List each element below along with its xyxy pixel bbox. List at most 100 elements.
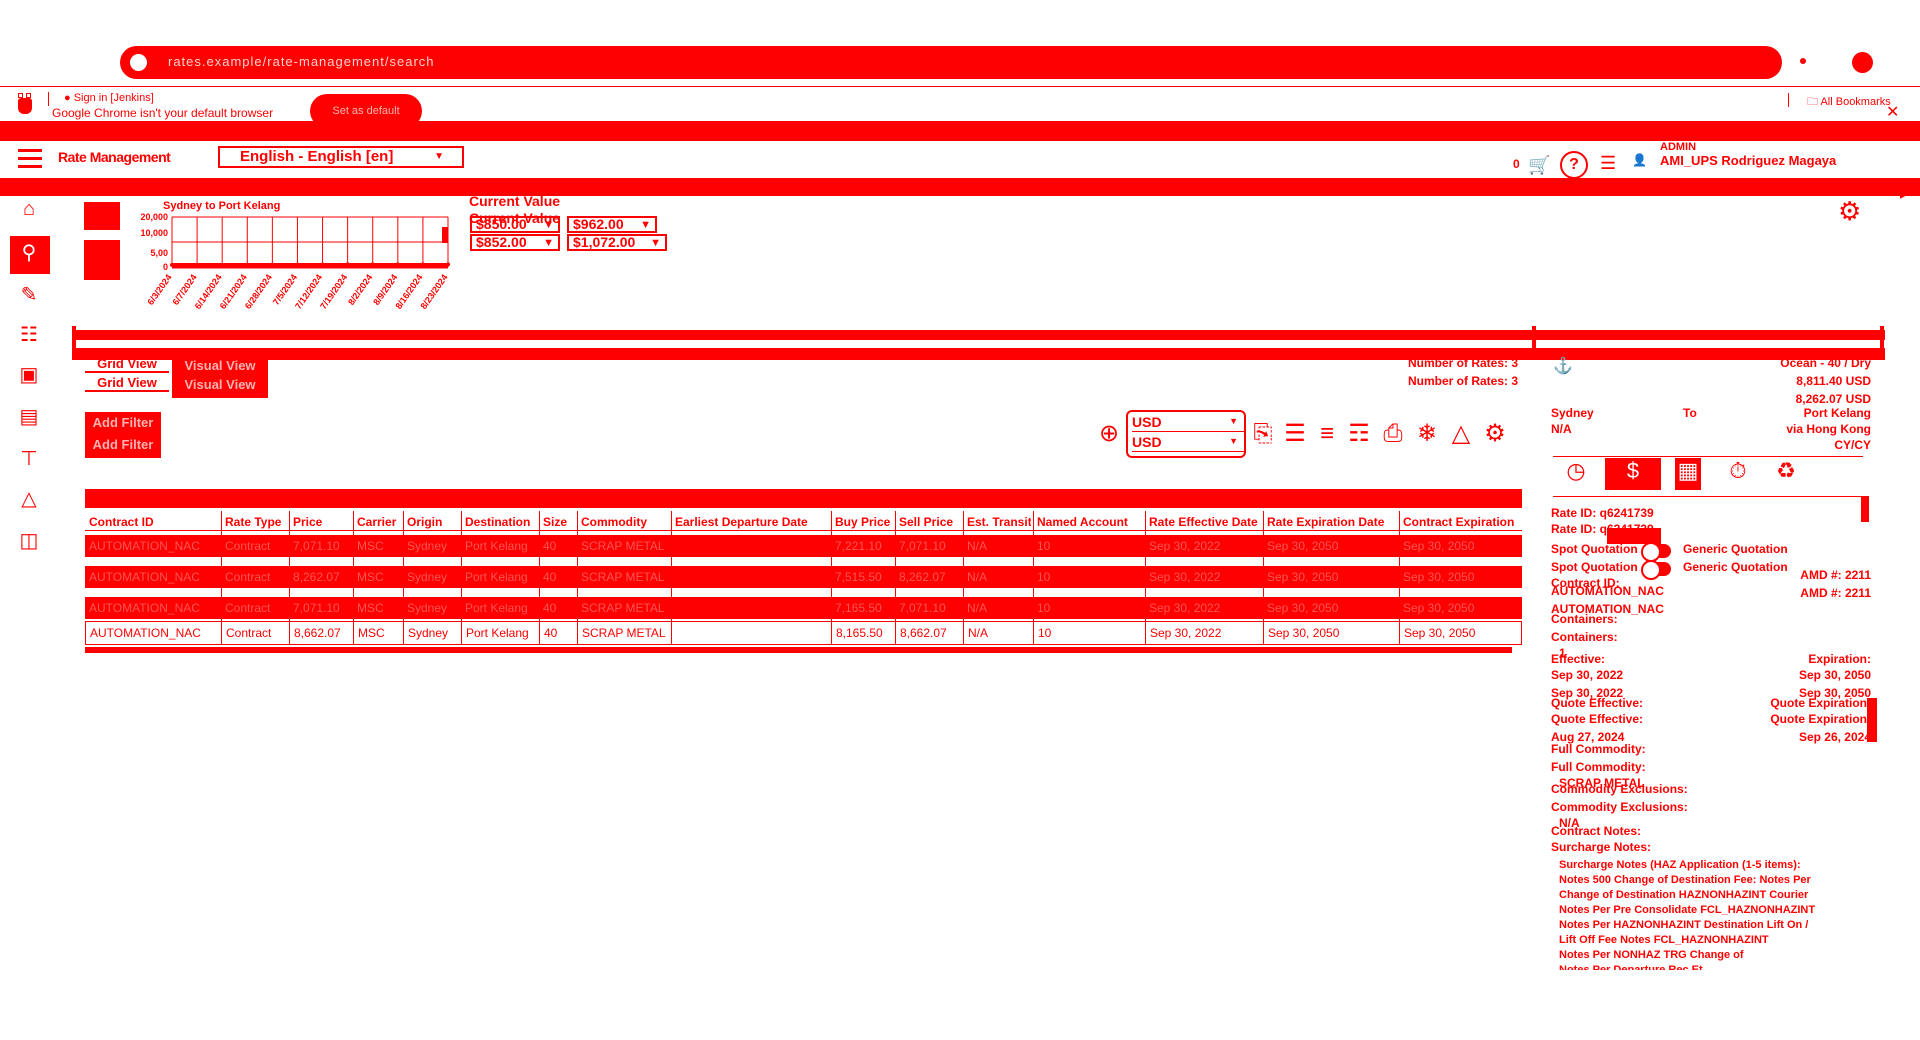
rate-search-icon[interactable]: ⚲	[18, 242, 40, 264]
settings-gear-icon[interactable]: ⚙	[1838, 196, 1861, 227]
table-cell: 8,662.07	[294, 626, 341, 640]
settings-icon[interactable]: ⚙	[1480, 414, 1510, 454]
recycle-icon[interactable]: ♻	[1773, 458, 1799, 490]
table-cell: Sep 30, 2050	[1403, 539, 1475, 553]
column-divider	[1145, 511, 1146, 645]
site-info-icon[interactable]	[130, 54, 147, 71]
network-icon[interactable]: △	[18, 488, 40, 510]
current-value-3[interactable]: $852.00 ▼	[470, 234, 560, 251]
effective-value: Sep 30, 2022	[1551, 668, 1624, 682]
profile-avatar-icon[interactable]	[1852, 52, 1873, 73]
export-icon[interactable]: ⎘	[1248, 414, 1278, 454]
current-value-4[interactable]: $1,072.00 ▼	[567, 234, 667, 251]
panel-price-a: 8,811.40 USD	[1796, 374, 1871, 388]
currency-convert-icon[interactable]: ⊕	[1094, 414, 1124, 454]
column-header[interactable]: Price	[293, 515, 351, 529]
app-header: Rate Management English - English [en] ▼…	[0, 141, 1920, 179]
chevron-right-icon[interactable]: ▶	[1900, 184, 1911, 201]
file-icon[interactable]: ☶	[1344, 414, 1374, 454]
spot-quotation-label-2: Spot Quotation	[1551, 560, 1638, 574]
chevron-down-icon: ▼	[434, 151, 444, 162]
table-row[interactable]: AUTOMATION_NAC Contract 8,262.07 MSC Sydney P…	[85, 566, 1522, 588]
add-filter-button[interactable]: Add Filter Add Filter	[85, 412, 161, 458]
number-of-rates-shadow: Number of Rates: 3	[1408, 374, 1519, 388]
chart-toggle-icon[interactable]	[84, 202, 120, 230]
cart-icon[interactable]: 🛒	[1528, 155, 1550, 176]
column-header[interactable]: Named Account	[1037, 515, 1143, 529]
quote-icon[interactable]: ✎	[18, 284, 40, 306]
column-header[interactable]: Earliest Departure Date	[675, 515, 829, 529]
column-header[interactable]: Size	[543, 515, 575, 529]
document-icon[interactable]: ▤	[18, 406, 40, 428]
checklist-icon[interactable]: ≡	[1312, 414, 1342, 454]
bookmark-jenkins[interactable]: ● Sign in [Jenkins]	[64, 92, 154, 104]
cart-count: 0	[1513, 157, 1520, 171]
current-value-1[interactable]: $850.00 ▼	[470, 216, 560, 233]
surcharge-note-line: Notes 500 Change of Destination Fee: Not…	[1559, 874, 1811, 886]
full-commodity-label: Full Commodity:	[1551, 742, 1646, 756]
shipment-icon[interactable]: ▣	[18, 364, 40, 386]
currency-select[interactable]: USD ▼ USD ▼	[1126, 410, 1246, 458]
panel-divider	[1553, 456, 1863, 457]
divider-tick-mid	[1532, 326, 1536, 360]
current-value-2[interactable]: $962.00 ▼	[567, 216, 657, 233]
table-header-band	[85, 489, 1522, 508]
quotation-toggle[interactable]	[1641, 542, 1671, 562]
columns-icon[interactable]: ☰	[1280, 414, 1310, 454]
column-header[interactable]: Rate Type	[225, 515, 287, 529]
user-name[interactable]: AMI_UPS Rodriguez Magaya	[1660, 153, 1836, 168]
column-header[interactable]: Destination	[465, 515, 537, 529]
freeze-icon[interactable]: ❄	[1412, 414, 1442, 454]
column-header[interactable]: Carrier	[357, 515, 401, 529]
screen: rates.example/rate-management/search ● S…	[0, 0, 1920, 1040]
column-header[interactable]: Est. Transit	[967, 515, 1031, 529]
language-select[interactable]: English - English [en] ▼	[218, 146, 464, 168]
table-cell: 8,165.50	[836, 626, 883, 640]
table-row[interactable]: AUTOMATION_NAC Contract 7,071.10 MSC Sydney P…	[85, 597, 1522, 619]
help-icon[interactable]: ?	[1560, 151, 1588, 179]
table-cell: Sydney	[407, 539, 448, 553]
table-row[interactable]: AUTOMATION_NAC Contract 8,662.07 MSC Sydney P…	[85, 621, 1522, 645]
table-cell: 10	[1038, 626, 1052, 640]
table-cell: Sep 30, 2050	[1268, 626, 1340, 640]
reports-icon[interactable]: ◫	[18, 530, 40, 552]
dollar-icon[interactable]: $	[1605, 458, 1661, 490]
infobar-close-icon[interactable]: ✕	[1886, 102, 1899, 122]
extension-icon[interactable]	[1800, 58, 1806, 64]
grid-view-tab[interactable]: Grid View	[85, 356, 169, 373]
visual-view-tab[interactable]: Visual View Visual View	[172, 356, 268, 398]
column-header[interactable]: Sell Price	[899, 515, 961, 529]
home-icon[interactable]: ⌂	[18, 198, 40, 220]
column-header[interactable]: Rate Effective Date	[1149, 515, 1261, 529]
column-header[interactable]: Contract ID	[89, 515, 219, 529]
rate-id: Rate ID: q6241739	[1551, 506, 1654, 520]
column-header[interactable]: Rate Expiration Date	[1267, 515, 1397, 529]
clock-icon[interactable]: ◷	[1563, 458, 1589, 490]
panel-scrollbar[interactable]	[1867, 698, 1877, 742]
column-header[interactable]: Origin	[407, 515, 459, 529]
column-header[interactable]: Contract Expiration	[1403, 515, 1520, 529]
user-icon[interactable]: 👤	[1632, 153, 1654, 175]
booking-icon[interactable]: ☷	[18, 324, 40, 346]
chart-scroll-handle	[442, 227, 448, 243]
hamburger-menu-icon[interactable]	[18, 149, 42, 169]
folder-icon: 🗀	[1807, 96, 1821, 108]
all-bookmarks-button[interactable]: 🗀 All Bookmarks	[1807, 93, 1891, 112]
chart-trend-icon[interactable]	[84, 252, 120, 280]
chart-x-tick-label: 8/2/2024	[346, 272, 374, 306]
schedule-icon[interactable]: ⏱	[1725, 458, 1751, 490]
current-value-label: Current Value	[469, 193, 561, 209]
column-header[interactable]: Buy Price	[835, 515, 893, 529]
address-bar[interactable]: rates.example/rate-management/search	[120, 46, 1782, 79]
column-divider	[963, 511, 964, 645]
table-horizontal-scrollbar[interactable]	[85, 647, 1512, 653]
column-header[interactable]: Commodity	[581, 515, 669, 529]
container-icon[interactable]: ▦	[1675, 458, 1701, 490]
share-icon[interactable]: △	[1446, 414, 1476, 454]
print-icon[interactable]: ⎙	[1378, 414, 1408, 454]
table-row[interactable]: AUTOMATION_NAC Contract 7,071.10 MSC Sydney P…	[85, 535, 1522, 557]
table-cell: AUTOMATION_NAC	[89, 539, 200, 553]
tools-icon[interactable]: ⊤	[18, 448, 40, 470]
quotation-toggle-2[interactable]	[1641, 560, 1671, 580]
list-menu-icon[interactable]: ☰	[1600, 153, 1616, 174]
